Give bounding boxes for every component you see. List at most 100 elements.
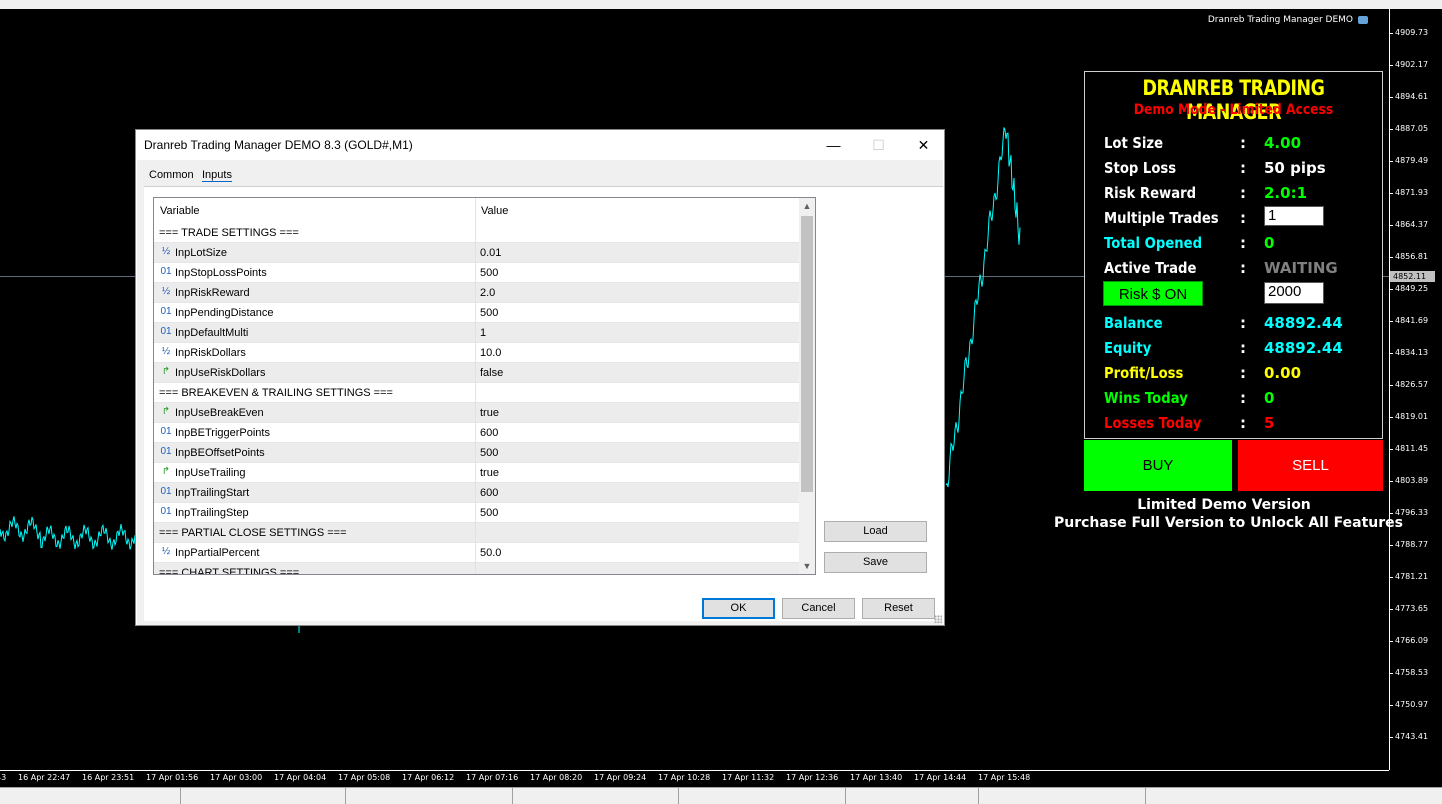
price-tick-label: 4826.57	[1395, 380, 1429, 389]
input-row[interactable]: ½ InpPartialPercent 50.0	[154, 543, 799, 563]
price-tick-label: 4743.41	[1395, 732, 1429, 741]
reset-button[interactable]: Reset	[862, 598, 935, 619]
section-row[interactable]: === CHART SETTINGS ===	[154, 563, 799, 574]
time-tick-label: 17 Apr 13:40	[850, 773, 903, 782]
scroll-down-icon[interactable]: ▼	[799, 558, 815, 574]
variable-value[interactable]: true	[480, 407, 499, 419]
variable-value[interactable]: 50.0	[480, 547, 501, 559]
price-tick: 4909.73	[1390, 28, 1442, 37]
panel-row-separator: :	[1240, 314, 1246, 332]
properties-dialog: Dranreb Trading Manager DEMO 8.3 (GOLD#,…	[135, 129, 945, 626]
time-tick-label: 17 Apr 06:12	[402, 773, 455, 782]
price-tick: 4879.49	[1390, 156, 1442, 165]
chart-indicator-title: Dranreb Trading Manager DEMO	[1208, 15, 1368, 25]
variable-name: InpPendingDistance	[175, 307, 274, 319]
price-tick: 4841.69	[1390, 316, 1442, 325]
panel-row-label: Risk Reward	[1104, 184, 1197, 202]
input-row[interactable]: 01 InpTrailingStart 600	[154, 483, 799, 503]
input-row[interactable]: 01 InpBEOffsetPoints 500	[154, 443, 799, 463]
price-tick-label: 4834.13	[1395, 348, 1429, 357]
variable-value[interactable]: 500	[480, 447, 498, 459]
int-type-icon: 01	[160, 306, 172, 317]
variable-value[interactable]: 2.0	[480, 287, 495, 299]
int-type-icon: 01	[160, 426, 172, 437]
variable-value[interactable]: true	[480, 467, 499, 479]
section-row[interactable]: === TRADE SETTINGS ===	[154, 223, 799, 243]
section-label: === BREAKEVEN & TRAILING SETTINGS ===	[159, 387, 393, 399]
purchase-note: Purchase Full Version to Unlock All Feat…	[1054, 515, 1403, 531]
scroll-up-icon[interactable]: ▲	[799, 198, 815, 214]
price-tick-label: 4849.25	[1395, 284, 1429, 293]
status-bar	[0, 787, 1442, 804]
grid-scrollbar[interactable]: ▲ ▼	[799, 198, 815, 574]
section-row[interactable]: === BREAKEVEN & TRAILING SETTINGS ===	[154, 383, 799, 403]
panel-row-label: Equity	[1104, 339, 1152, 357]
time-tick-label: 17 Apr 15:48	[978, 773, 1031, 782]
price-tick-label: 4909.73	[1395, 28, 1429, 37]
panel-row-label: Multiple Trades	[1104, 209, 1219, 227]
variable-value[interactable]: false	[480, 367, 503, 379]
input-row[interactable]: 01 InpTrailingStep 500	[154, 503, 799, 523]
tab-inputs[interactable]: Inputs	[202, 169, 232, 182]
input-row[interactable]: ↱ InpUseBreakEven true	[154, 403, 799, 423]
time-tick-label: 17 Apr 14:44	[914, 773, 967, 782]
minimize-button[interactable]: —	[811, 132, 856, 158]
multiple-trades-input[interactable]: 1	[1264, 206, 1324, 226]
panel-row-label: Lot Size	[1104, 134, 1164, 152]
close-button[interactable]: ✕	[901, 132, 946, 158]
price-tick-label: 4871.93	[1395, 188, 1429, 197]
variable-name: InpBETriggerPoints	[175, 427, 270, 439]
section-label: === TRADE SETTINGS ===	[159, 227, 299, 239]
input-row[interactable]: 01 InpStopLossPoints 500	[154, 263, 799, 283]
time-axis: 43 16 Apr 22:47 16 Apr 23:51 17 Apr 01:56 17…	[0, 770, 1389, 788]
input-row[interactable]: 01 InpDefaultMulti 1	[154, 323, 799, 343]
double-type-icon: ½	[161, 286, 171, 297]
ok-button[interactable]: OK	[702, 598, 775, 619]
save-button[interactable]: Save	[824, 552, 927, 573]
variable-value[interactable]: 600	[480, 487, 498, 499]
input-row[interactable]: ½ InpRiskReward 2.0	[154, 283, 799, 303]
price-tick-label: 4803.89	[1395, 476, 1429, 485]
panel-row-value: 4.00	[1264, 134, 1302, 152]
risk-dollars-toggle-button[interactable]: Risk $ ON	[1103, 281, 1203, 306]
buy-button[interactable]: BUY	[1084, 440, 1232, 491]
column-header-value[interactable]: Value	[481, 205, 508, 217]
price-tick: 4819.01	[1390, 412, 1442, 421]
variable-name: InpDefaultMulti	[175, 327, 249, 339]
panel-row-label: Stop Loss	[1104, 159, 1177, 177]
cancel-button[interactable]: Cancel	[782, 598, 855, 619]
input-row[interactable]: 01 InpBETriggerPoints 600	[154, 423, 799, 443]
variable-value[interactable]: 0.01	[480, 247, 501, 259]
variable-value[interactable]: 1	[480, 327, 486, 339]
tab-common[interactable]: Common	[149, 169, 194, 181]
input-row[interactable]: ½ InpRiskDollars 10.0	[154, 343, 799, 363]
maximize-button[interactable]: ☐	[856, 132, 901, 158]
panel-row-label: Active Trade	[1104, 259, 1197, 277]
load-button[interactable]: Load	[824, 521, 927, 542]
panel-row-label: Losses Today	[1104, 414, 1202, 432]
price-tick: 4834.13	[1390, 348, 1442, 357]
scroll-thumb[interactable]	[801, 216, 813, 492]
variable-value[interactable]: 500	[480, 307, 498, 319]
column-divider	[475, 198, 476, 574]
price-tick: 4887.05	[1390, 124, 1442, 133]
input-row[interactable]: ↱ InpUseTrailing true	[154, 463, 799, 483]
double-type-icon: ½	[161, 346, 171, 357]
input-row[interactable]: ½ InpLotSize 0.01	[154, 243, 799, 263]
resize-grip-icon[interactable]	[934, 615, 942, 623]
variable-value[interactable]: 10.0	[480, 347, 501, 359]
input-row[interactable]: ↱ InpUseRiskDollars false	[154, 363, 799, 383]
sell-button[interactable]: SELL	[1238, 440, 1383, 491]
price-tick: 4864.37	[1390, 220, 1442, 229]
input-row[interactable]: 01 InpPendingDistance 500	[154, 303, 799, 323]
column-header-variable[interactable]: Variable	[160, 205, 200, 217]
risk-dollars-input[interactable]: 2000	[1264, 282, 1324, 304]
variable-value[interactable]: 500	[480, 507, 498, 519]
panel-row-separator: :	[1240, 339, 1246, 357]
section-row[interactable]: === PARTIAL CLOSE SETTINGS ===	[154, 523, 799, 543]
variable-name: InpTrailingStep	[175, 507, 249, 519]
price-tick: 4811.45	[1390, 444, 1442, 453]
price-tick-label: 4781.21	[1395, 572, 1429, 581]
variable-value[interactable]: 600	[480, 427, 498, 439]
variable-value[interactable]: 500	[480, 267, 498, 279]
